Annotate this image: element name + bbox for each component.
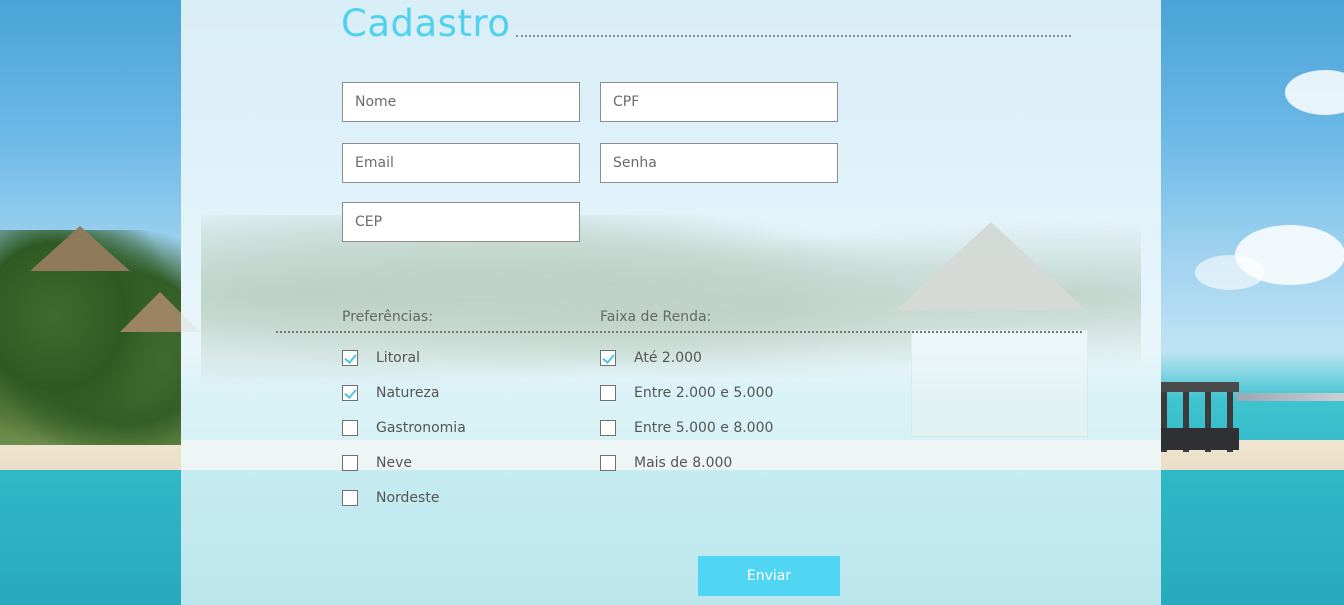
option-label: Entre 2.000 e 5.000 (634, 385, 774, 401)
faded-hut-roof (896, 222, 1086, 310)
checkbox[interactable] (342, 420, 358, 436)
option-label: Litoral (376, 350, 420, 366)
option-label: Nordeste (376, 490, 440, 506)
option-label: Natureza (376, 385, 440, 401)
checkbox[interactable] (342, 490, 358, 506)
income-option-mais-8000[interactable]: Mais de 8.000 (600, 453, 732, 473)
cloud (1285, 70, 1344, 115)
option-label: Mais de 8.000 (634, 455, 733, 471)
option-label: Neve (376, 455, 412, 471)
checkbox[interactable] (600, 350, 616, 366)
section-divider (276, 331, 1082, 333)
password-field[interactable] (600, 143, 838, 183)
checkbox[interactable] (342, 455, 358, 471)
distant-shore (1236, 393, 1344, 401)
preferences-label: Preferências: (342, 309, 433, 325)
checkbox[interactable] (600, 420, 616, 436)
name-field[interactable] (342, 82, 580, 122)
faded-house (911, 330, 1088, 437)
cep-field[interactable] (342, 202, 580, 242)
page-title: Cadastro (341, 2, 511, 45)
title-divider (516, 35, 1071, 37)
income-label: Faixa de Renda: (600, 309, 712, 325)
option-label: Até 2.000 (634, 350, 702, 366)
submit-button[interactable]: Enviar (698, 556, 840, 596)
registration-panel: Cadastro Preferências: Faixa de Renda: L… (181, 0, 1161, 605)
income-option-2000-5000[interactable]: Entre 2.000 e 5.000 (600, 383, 773, 403)
income-option-ate-2000[interactable]: Até 2.000 (600, 348, 702, 368)
checkbox[interactable] (600, 385, 616, 401)
cloud (1195, 255, 1265, 290)
income-option-5000-8000[interactable]: Entre 5.000 e 8.000 (600, 418, 773, 438)
faded-water (181, 470, 1161, 605)
email-field[interactable] (342, 143, 580, 183)
check-icon (344, 351, 357, 364)
preference-option-nordeste[interactable]: Nordeste (342, 488, 439, 508)
cpf-field[interactable] (600, 82, 838, 122)
checkbox[interactable] (342, 385, 358, 401)
preference-option-neve[interactable]: Neve (342, 453, 412, 473)
preference-option-gastronomia[interactable]: Gastronomia (342, 418, 466, 438)
preference-option-natureza[interactable]: Natureza (342, 383, 439, 403)
preference-option-litoral[interactable]: Litoral (342, 348, 420, 368)
check-icon (344, 386, 357, 399)
hut-roof (30, 226, 130, 271)
checkbox[interactable] (600, 455, 616, 471)
pier-base (1161, 428, 1239, 450)
check-icon (602, 351, 615, 364)
option-label: Gastronomia (376, 420, 466, 436)
checkbox[interactable] (342, 350, 358, 366)
option-label: Entre 5.000 e 8.000 (634, 420, 774, 436)
